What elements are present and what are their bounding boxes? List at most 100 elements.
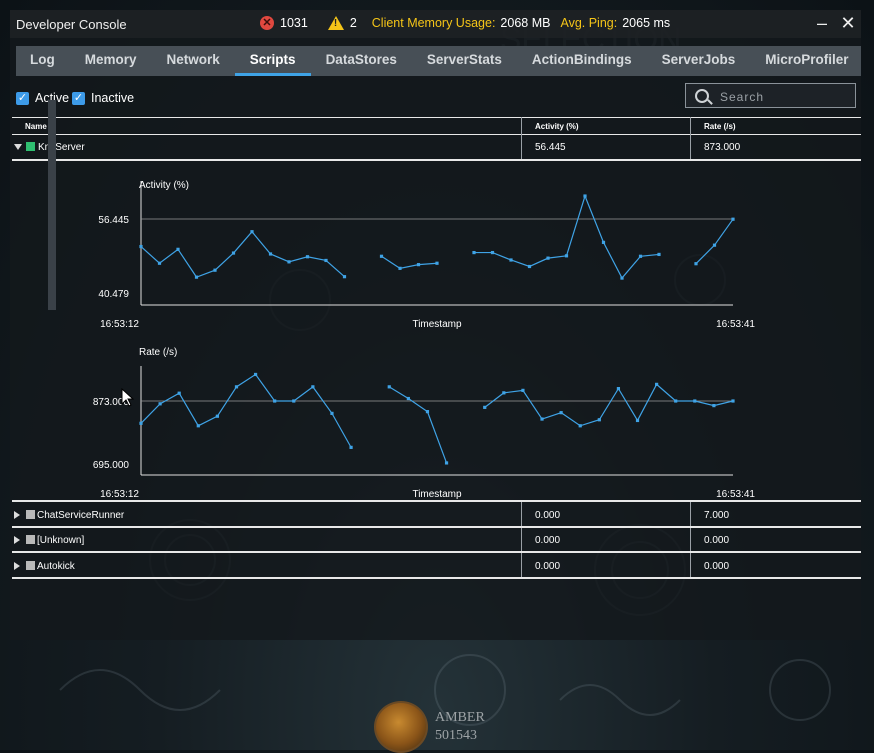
- error-count: 1031: [280, 16, 308, 30]
- script-color-swatch: [26, 510, 35, 519]
- ping-value: 2065 ms: [622, 16, 671, 30]
- chart-data-point: [616, 387, 621, 391]
- search-input[interactable]: [718, 87, 852, 106]
- tab-actionbindings[interactable]: ActionBindings: [517, 46, 647, 76]
- script-activity: 0.000: [535, 510, 561, 521]
- column-divider: [690, 117, 691, 159]
- chart-data-point: [213, 268, 217, 272]
- tab-serverjobs[interactable]: ServerJobs: [647, 46, 751, 76]
- warning-count: 2: [349, 16, 357, 30]
- column-header-activity[interactable]: Activity (%): [535, 122, 579, 131]
- chart-data-point: [194, 275, 199, 279]
- chart-y-label: Rate (/s): [139, 347, 177, 358]
- chart-series-line: [474, 194, 660, 280]
- checkbox-checked-icon[interactable]: ✓: [72, 91, 85, 105]
- title-bar[interactable]: Developer Console ✕ 1031 ! 2 Client Memo…: [10, 10, 861, 38]
- header-divider: [12, 134, 861, 135]
- scrollbar-thumb[interactable]: [48, 100, 56, 310]
- close-icon[interactable]: ✕: [838, 13, 858, 33]
- memory-label: Client Memory Usage:: [371, 16, 496, 30]
- active-filter[interactable]: ✓ Active: [16, 91, 69, 105]
- chart-data-point: [379, 254, 384, 258]
- chart-data-point: [521, 388, 525, 392]
- column-divider: [690, 502, 691, 578]
- chart-data-point: [527, 264, 532, 269]
- chart-data-point: [231, 251, 236, 255]
- chart-data-point: [620, 276, 624, 280]
- chart-data-point: [311, 385, 315, 389]
- stats-bar: ✕ 1031 ! 2 Client Memory Usage: 2068 MB …: [260, 16, 670, 30]
- chart-data-point: [546, 256, 550, 260]
- script-rate: 0.000: [704, 535, 730, 546]
- chart-data-point: [177, 391, 181, 395]
- script-color-swatch: [26, 561, 35, 570]
- tab-serverstats[interactable]: ServerStats: [412, 46, 517, 76]
- script-rate: 0.000: [704, 561, 730, 572]
- tab-bar: Log Memory Network Scripts DataStores Se…: [16, 46, 861, 76]
- column-header-name[interactable]: Name: [25, 122, 47, 131]
- script-name: [Unknown]: [37, 535, 85, 546]
- row-divider: [12, 577, 861, 579]
- chart-data-point: [287, 260, 291, 264]
- tab-scripts[interactable]: Scripts: [234, 46, 311, 76]
- chart-data-point: [444, 461, 449, 465]
- chart-data-point: [292, 399, 296, 403]
- chart-data-point: [693, 399, 697, 403]
- developer-console-window: Developer Console ✕ 1031 ! 2 Client Memo…: [10, 10, 861, 640]
- script-rate: 873.000: [704, 142, 741, 153]
- tab-log[interactable]: Log: [16, 46, 70, 76]
- chart-data-point: [564, 254, 569, 258]
- checkbox-checked-icon[interactable]: ✓: [16, 91, 29, 105]
- amber-caption: AMBER 501543: [435, 710, 485, 743]
- column-header-rate[interactable]: Rate (/s): [704, 122, 736, 131]
- inactive-filter[interactable]: ✓ Inactive: [72, 91, 134, 105]
- expand-arrow-right-icon[interactable]: [14, 536, 20, 544]
- chart-series-line: [695, 218, 734, 265]
- search-box[interactable]: [685, 83, 856, 108]
- script-rate: 7.000: [704, 510, 730, 521]
- search-icon: [695, 89, 709, 103]
- tab-memory[interactable]: Memory: [70, 46, 152, 76]
- script-activity: 0.000: [535, 535, 561, 546]
- chart-data-point: [597, 418, 601, 422]
- chart-x-start-label: 16:53:12: [100, 489, 139, 500]
- chart-data-point: [578, 424, 582, 428]
- tab-microprofiler[interactable]: MicroProfiler: [750, 46, 863, 76]
- chart-data-point: [416, 263, 421, 267]
- expand-arrow-right-icon[interactable]: [14, 562, 20, 570]
- chart-data-point: [268, 252, 273, 256]
- chart-data-point: [425, 410, 430, 414]
- chart-x-end-label: 16:53:41: [716, 489, 755, 500]
- chart-data-point: [509, 258, 513, 262]
- tab-network[interactable]: Network: [152, 46, 235, 76]
- chart-data-point: [139, 421, 143, 425]
- warning-icon: !: [327, 16, 344, 30]
- chart-data-point: [398, 266, 402, 270]
- amber-item-icon: [374, 701, 428, 753]
- chart-data-point: [731, 217, 735, 221]
- chart-data-point: [342, 275, 347, 279]
- chart-series-line: [388, 386, 448, 464]
- ping-label: Avg. Ping:: [560, 16, 618, 30]
- chart-data-point: [583, 194, 587, 198]
- script-activity: 56.445: [535, 142, 566, 153]
- row-divider: [12, 526, 861, 528]
- minimize-icon[interactable]: –: [812, 13, 832, 33]
- chart-x-title: Timestamp: [412, 319, 462, 330]
- script-name: Autokick: [37, 561, 75, 572]
- chart-data-point: [712, 243, 717, 247]
- tab-datastores[interactable]: DataStores: [311, 46, 412, 76]
- chart-data-point: [638, 254, 643, 258]
- expand-arrow-right-icon[interactable]: [14, 511, 20, 519]
- chart-data-point: [435, 261, 439, 265]
- chart-data-point: [158, 402, 162, 406]
- chart-data-point: [694, 262, 698, 266]
- expand-arrow-down-icon[interactable]: [14, 144, 22, 150]
- chart-data-point: [490, 250, 495, 255]
- column-divider: [521, 502, 522, 578]
- chart-data-point: [253, 372, 258, 377]
- chart-y-label: Activity (%): [139, 180, 189, 191]
- row-divider: [12, 551, 861, 553]
- chart-data-point: [731, 399, 735, 403]
- chart-data-point: [215, 414, 219, 418]
